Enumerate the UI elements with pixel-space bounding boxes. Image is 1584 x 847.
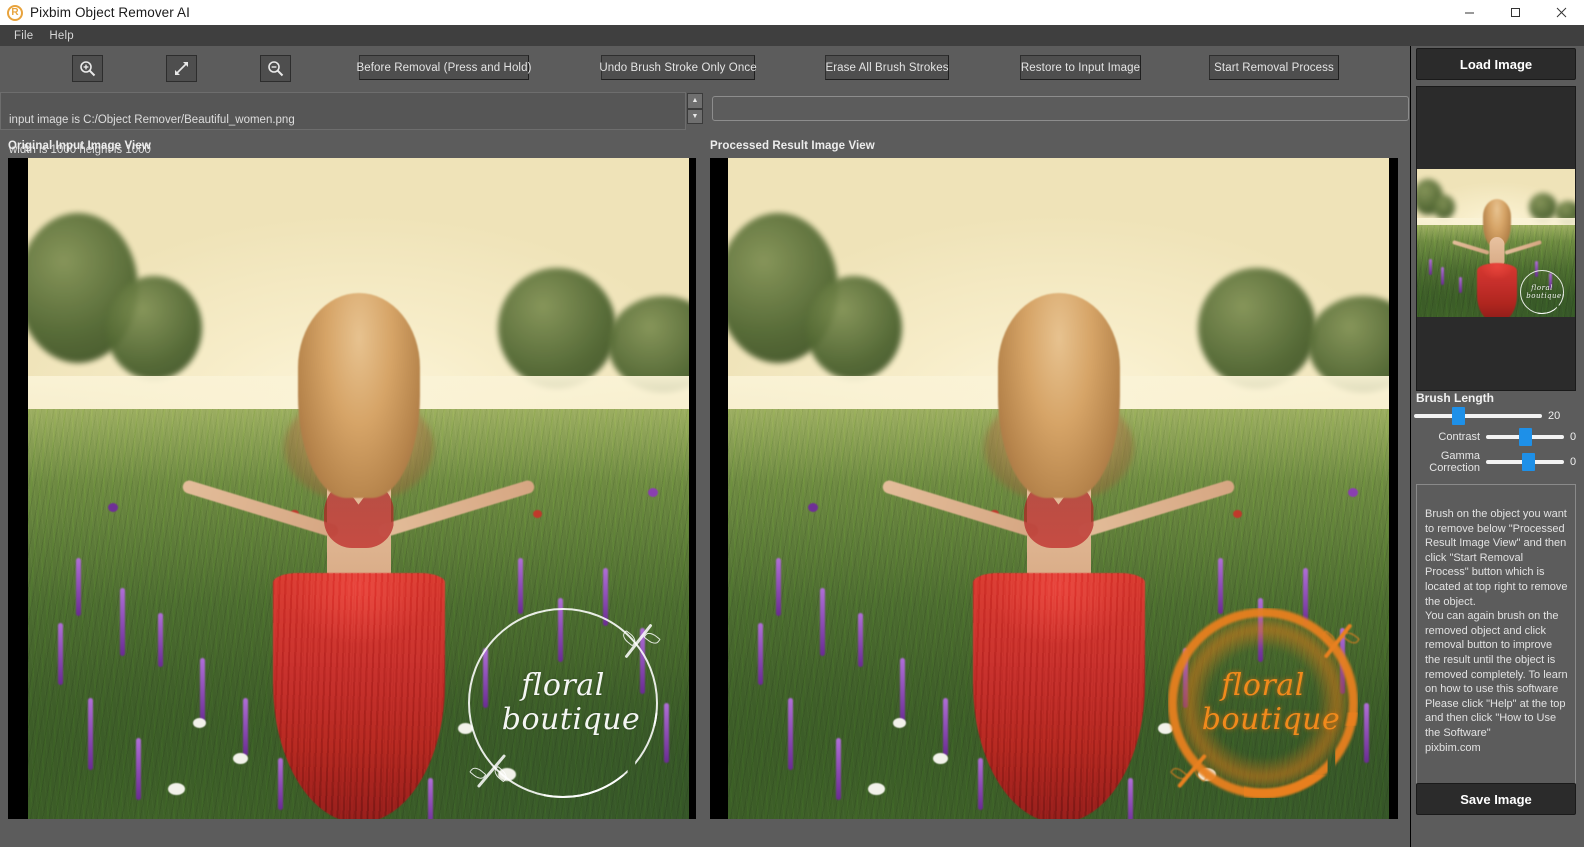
gamma-correction-label: Gamma Correction: [1429, 450, 1480, 474]
brush-length-slider[interactable]: 20: [1414, 407, 1580, 425]
spinner-up-icon[interactable]: ▲: [687, 93, 703, 109]
info-bar: input image is C:/Object Remover/Beautif…: [0, 91, 1584, 156]
maximize-icon[interactable]: [1492, 0, 1538, 25]
help-text-panel: Brush on the object you want to remove b…: [1416, 484, 1576, 784]
processed-image-view-label: Processed Result Image View: [710, 140, 875, 152]
start-removal-process-button[interactable]: Start Removal Process: [1209, 55, 1339, 80]
menu-file[interactable]: File: [6, 28, 41, 44]
app-icon: R: [7, 4, 23, 21]
watermark-line-1: floral: [521, 668, 605, 703]
contrast-value: 0: [1570, 431, 1577, 443]
title-bar: R Pixbim Object Remover AI: [0, 0, 1584, 25]
window-title: Pixbim Object Remover AI: [30, 5, 190, 20]
contrast-knob[interactable]: [1519, 428, 1532, 446]
save-image-button[interactable]: Save Image: [1416, 783, 1576, 815]
menu-help[interactable]: Help: [41, 28, 81, 44]
minimize-icon[interactable]: [1446, 0, 1492, 25]
erase-all-brush-strokes-button[interactable]: Erase All Brush Strokes: [825, 55, 949, 80]
brush-length-knob[interactable]: [1452, 407, 1465, 425]
brush-length-value: 20: [1548, 410, 1561, 422]
gamma-correction-value: 0: [1570, 456, 1577, 468]
processed-photo[interactable]: floral boutique: [728, 158, 1389, 819]
thumbnail-preview[interactable]: floral boutique: [1416, 86, 1576, 391]
thumb-watermark-2: boutique: [1526, 291, 1562, 300]
toolbar: Before Removal (Press and Hold) Undo Bru…: [0, 46, 1584, 91]
thumb-watermark-1: floral: [1531, 283, 1553, 292]
gamma-correction-slider[interactable]: Gamma Correction 0: [1414, 450, 1580, 474]
close-icon[interactable]: [1538, 0, 1584, 25]
watermark-line-2: boutique: [501, 702, 641, 737]
brush-length-label: Brush Length: [1416, 391, 1494, 405]
brush-stroke-overlay[interactable]: floral boutique: [1162, 602, 1364, 804]
zoom-in-icon[interactable]: [72, 55, 103, 82]
progress-bar: [712, 96, 1409, 121]
original-image-view-label: Original Input Image View: [8, 140, 151, 152]
menu-bar: File Help: [0, 25, 1584, 46]
contrast-slider[interactable]: Contrast 0: [1414, 428, 1580, 446]
watermark-line-2: boutique: [1201, 702, 1341, 737]
right-sidebar: Load Image floral boutique Brush Length …: [1410, 46, 1584, 847]
gamma-correction-knob[interactable]: [1522, 453, 1535, 471]
image-info-textarea[interactable]: input image is C:/Object Remover/Beautif…: [0, 92, 686, 156]
application-window: R Pixbim Object Remover AI File Help Bef…: [0, 0, 1584, 847]
undo-brush-stroke-button[interactable]: Undo Brush Stroke Only Once: [599, 55, 757, 80]
watermark-original: floral boutique: [468, 608, 658, 798]
fit-to-screen-icon[interactable]: [166, 55, 197, 82]
original-image-panel[interactable]: floral boutique: [8, 158, 696, 819]
info-scroll-spinner[interactable]: ▲ ▼: [687, 93, 703, 124]
load-image-button[interactable]: Load Image: [1416, 48, 1576, 80]
sidebar-divider: [1410, 46, 1411, 847]
before-removal-button[interactable]: Before Removal (Press and Hold): [356, 55, 531, 80]
info-line-1: input image is C:/Object Remover/Beautif…: [9, 114, 295, 126]
original-photo[interactable]: floral boutique: [28, 158, 689, 819]
restore-to-input-image-button[interactable]: Restore to Input Image: [1020, 55, 1141, 80]
processed-image-panel[interactable]: floral boutique: [710, 158, 1398, 819]
watermark-line-1: floral: [1221, 668, 1305, 703]
contrast-label: Contrast: [1438, 431, 1480, 443]
window-controls: [1446, 0, 1584, 25]
spinner-down-icon[interactable]: ▼: [687, 108, 703, 124]
zoom-out-icon[interactable]: [260, 55, 291, 82]
